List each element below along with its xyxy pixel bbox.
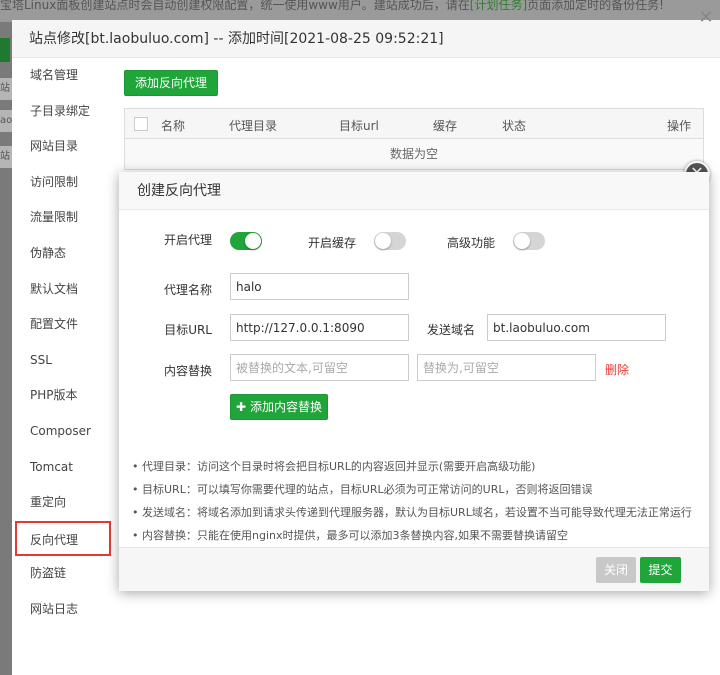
submit-button[interactable]: 提交	[640, 557, 681, 583]
sidebar-item-ssl[interactable]: SSL	[12, 343, 116, 379]
enable-proxy-label: 开启代理	[163, 233, 212, 247]
table-empty-message: 数据为空	[125, 139, 703, 169]
column-name: 名称	[161, 119, 186, 133]
background-fragment: ao	[0, 110, 12, 132]
add-content-replace-button[interactable]: ✚ 添加内容替换	[230, 394, 328, 420]
help-notes: 代理目录：访问这个目录时将会把目标URL的内容返回并显示(需要开启高级功能) 目…	[132, 455, 702, 547]
sidebar-item-access-limit[interactable]: 访问限制	[12, 165, 116, 201]
settings-sidebar: 域名管理 子目录绑定 网站目录 访问限制 流量限制 伪静态 默认文档 配置文件 …	[12, 58, 116, 628]
background-notice: 宝塔Linux面板创建站点时会自动创建权限配置，统一使用www用户。建站成功后，…	[0, 0, 664, 13]
target-url-input[interactable]	[230, 314, 409, 341]
column-proxy-dir: 代理目录	[229, 119, 278, 133]
background-fragment: 站	[0, 78, 12, 100]
background-notice-text: 宝塔Linux面板创建站点时会自动创建权限配置，统一使用www用户。建站成功后，…	[0, 0, 470, 12]
sidebar-item-traffic-limit[interactable]: 流量限制	[12, 200, 116, 236]
create-proxy-title: 创建反向代理	[119, 172, 709, 210]
sidebar-item-hotlink[interactable]: 防盗链	[12, 556, 116, 592]
background-button	[0, 38, 10, 62]
help-note: 目标URL：可以填写你需要代理的站点，目标URL必须为可正常访问的URL，否则将…	[132, 478, 702, 501]
background-notice-tail: 页面添加定时的备份任务!	[527, 0, 664, 12]
sidebar-item-domain[interactable]: 域名管理	[12, 58, 116, 94]
create-proxy-dialog: 创建反向代理 开启代理 开启缓存 高级功能 代理名称 目标URL 发送域名 内容…	[119, 172, 709, 591]
sidebar-item-reverse-proxy[interactable]: 反向代理	[15, 520, 111, 557]
table-header: 名称 代理目录 目标url 缓存 状态 操作	[125, 109, 703, 139]
close-button[interactable]: 关闭	[596, 557, 636, 583]
enable-cache-toggle[interactable]	[374, 232, 406, 250]
dialog-footer: 关闭 提交	[119, 547, 709, 591]
enable-proxy-toggle[interactable]	[230, 232, 262, 250]
proxy-name-label: 代理名称	[163, 283, 212, 297]
sidebar-item-rewrite[interactable]: 伪静态	[12, 236, 116, 272]
plus-icon: ✚	[236, 400, 247, 414]
replace-with-input[interactable]	[417, 354, 596, 381]
column-cache: 缓存	[433, 119, 458, 133]
column-actions: 操作	[667, 119, 692, 133]
replace-find-input[interactable]	[230, 354, 409, 381]
send-domain-input[interactable]	[487, 314, 666, 341]
send-domain-label: 发送域名	[426, 323, 475, 337]
close-icon[interactable]: ✕	[696, 8, 716, 28]
advanced-label: 高级功能	[446, 236, 495, 250]
advanced-toggle[interactable]	[513, 232, 545, 250]
sidebar-item-composer[interactable]: Composer	[12, 414, 116, 450]
column-status: 状态	[502, 119, 527, 133]
sidebar-item-tomcat[interactable]: Tomcat	[12, 450, 116, 486]
sidebar-item-site-log[interactable]: 网站日志	[12, 592, 116, 628]
proxy-table: 名称 代理目录 目标url 缓存 状态 操作 数据为空	[124, 108, 704, 170]
target-url-label: 目标URL	[164, 323, 212, 337]
background-notice-link: [计划任务]	[469, 0, 528, 12]
sidebar-item-subdir[interactable]: 子目录绑定	[12, 94, 116, 130]
column-target-url: 目标url	[339, 119, 379, 133]
content-replace-label: 内容替换	[163, 364, 212, 378]
reverse-proxy-panel: 添加反向代理 名称 代理目录 目标url 缓存 状态 操作 数据为空	[124, 70, 708, 170]
delete-replace-link[interactable]: 删除	[605, 361, 629, 378]
enable-cache-label: 开启缓存	[307, 236, 356, 250]
select-all-checkbox[interactable]	[134, 117, 148, 131]
help-note: 发送域名：将域名添加到请求头传递到代理服务器，默认为目标URL域名，若设置不当可…	[132, 501, 702, 524]
sidebar-item-php-version[interactable]: PHP版本	[12, 378, 116, 414]
sidebar-item-config-file[interactable]: 配置文件	[12, 307, 116, 343]
add-content-replace-label: 添加内容替换	[249, 400, 322, 414]
proxy-name-input[interactable]	[230, 273, 409, 300]
background-fragment: 站	[0, 146, 12, 168]
help-note: 代理目录：访问这个目录时将会把目标URL的内容返回并显示(需要开启高级功能)	[132, 455, 702, 478]
sidebar-item-default-doc[interactable]: 默认文档	[12, 272, 116, 308]
sidebar-item-redirect[interactable]: 重定向	[12, 485, 116, 521]
background-notice-bar: 宝塔Linux面板创建站点时会自动创建权限配置，统一使用www用户。建站成功后，…	[0, 0, 720, 22]
site-settings-title: 站点修改[bt.laobuluo.com] -- 添加时间[2021-08-25…	[12, 20, 720, 58]
add-reverse-proxy-button[interactable]: 添加反向代理	[124, 70, 219, 96]
help-note: 内容替换：只能在使用nginx时提供，最多可以添加3条替换内容,如果不需要替换请…	[132, 524, 702, 547]
sidebar-item-site-dir[interactable]: 网站目录	[12, 129, 116, 165]
